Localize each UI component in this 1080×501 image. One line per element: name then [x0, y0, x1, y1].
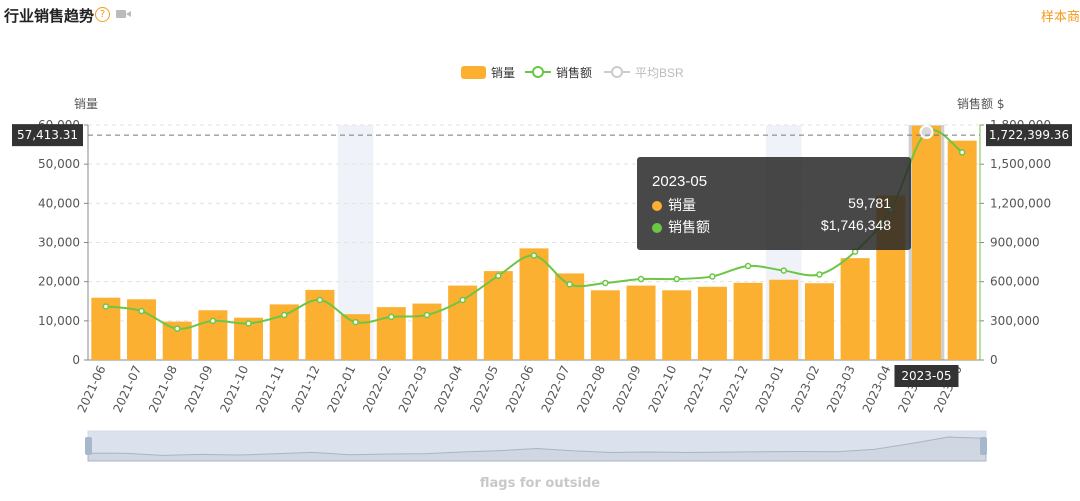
x-tick-label-2021-12: 2021-12: [289, 363, 323, 414]
sales-point-2022-01: [352, 318, 359, 326]
sales-point-2022-09: [637, 275, 645, 283]
x-tick-label-2023-04: 2023-04: [860, 363, 894, 414]
y-axis-left-title: 销量: [74, 97, 98, 111]
x-tick-label-2022-06: 2022-06: [503, 363, 537, 414]
y-right-tick-label: 0: [990, 353, 998, 367]
axis-pointer-left-label: 57,413.31: [17, 128, 78, 142]
x-tick-label-2021-10: 2021-10: [217, 363, 251, 414]
x-tick-label-2023-01: 2023-01: [753, 363, 787, 414]
y-left-tick-label: 10,000: [38, 314, 80, 328]
legend-label-volume: 销量: [491, 66, 515, 80]
x-tick-label-2022-11: 2022-11: [681, 363, 715, 414]
legend-swatch-volume: [461, 66, 486, 79]
x-tick-label-2022-10: 2022-10: [646, 363, 680, 414]
sales-point-2022-07: [566, 281, 573, 288]
sales-point-2022-03: [423, 311, 431, 319]
x-tick-label-2022-08: 2022-08: [574, 363, 608, 414]
x-tick-label-2022-07: 2022-07: [539, 363, 573, 414]
x-tick-label-2022-09: 2022-09: [610, 363, 644, 414]
bar-2023-06: [947, 140, 977, 360]
sales-point-2022-05: [495, 272, 502, 280]
sales-point-2021-07: [138, 307, 145, 315]
tooltip-row-volume: 销量 59,781: [652, 195, 891, 213]
y-left-tick-label: 30,000: [38, 236, 80, 250]
sales-point-hover: [919, 125, 934, 140]
tooltip-title: 2023-05: [652, 173, 708, 190]
x-tick-label-2022-04: 2022-04: [431, 363, 465, 414]
x-pointer-label: 2023-05: [901, 369, 951, 383]
y-right-tick-label: 600,000: [990, 275, 1040, 289]
bar-2022-12: [733, 282, 763, 360]
bar-2022-05: [483, 271, 513, 360]
sales-point-2022-02: [388, 313, 395, 321]
x-tick-label-2022-01: 2022-01: [324, 363, 358, 414]
sales-point-2022-08: [602, 279, 609, 287]
tooltip-volume-value: 59,781: [848, 195, 891, 211]
datazoom-handle-right: [980, 437, 987, 455]
x-tick-label-2023-02: 2023-02: [788, 363, 822, 414]
footer-text: flags for outside: [479, 476, 601, 491]
y-left-tick-label: 40,000: [38, 196, 80, 210]
bar-2022-08: [590, 290, 620, 360]
sales-point-2021-06: [102, 303, 110, 310]
sales-point-2021-12: [316, 296, 324, 304]
x-tick-label-2022-12: 2022-12: [717, 363, 751, 414]
sales-dot-icon: [652, 223, 662, 233]
sales-point-2021-09: [209, 317, 217, 325]
axis-pointer-right-label: 1,722,399.36: [989, 128, 1069, 142]
sales-point-2023-01: [780, 267, 788, 274]
x-tick-label-2023-03: 2023-03: [824, 363, 858, 414]
sales-point-2021-11: [280, 311, 288, 319]
bar-2022-11: [697, 286, 727, 360]
x-tick-label-2021-08: 2021-08: [146, 363, 180, 414]
x-tick-label-2021-09: 2021-09: [182, 363, 216, 414]
sales-point-2022-10: [673, 275, 680, 283]
legend-label-sales: 销售额: [556, 65, 592, 80]
x-tick-label-2021-11: 2021-11: [253, 363, 287, 414]
bar-2023-02: [804, 283, 834, 360]
bar-2022-09: [626, 285, 656, 360]
x-tick-label-2022-03: 2022-03: [396, 363, 430, 414]
y-right-tick-label: 300,000: [990, 314, 1040, 328]
tooltip-sales-value: $1,746,348: [820, 217, 891, 233]
sales-point-2021-10: [245, 320, 252, 327]
y-left-tick-label: 50,000: [38, 157, 80, 171]
x-tick-label-2021-06: 2021-06: [75, 363, 109, 414]
sales-point-2022-04: [459, 296, 466, 304]
datazoom-handle-left: [85, 437, 92, 455]
x-tick-label-2022-02: 2022-02: [360, 363, 394, 414]
sales-point-2023-02: [816, 271, 823, 278]
tooltip-row-sales: 销售额 $1,746,348: [652, 217, 891, 235]
bar-2023-03: [840, 258, 870, 360]
y-left-tick-label: 0: [72, 353, 80, 367]
y-right-tick-label: 1,500,000: [990, 157, 1051, 171]
y-axis-right-title: 销售额 $: [957, 96, 1004, 111]
y-right-tick-label: 900,000: [990, 236, 1040, 250]
legend-marker-bsr: [611, 66, 623, 78]
sales-point-2022-12: [744, 262, 752, 270]
x-tick-label-2022-05: 2022-05: [467, 363, 501, 414]
bar-2023-01: [769, 279, 799, 360]
hover-tooltip: 2023-05 销量 59,781 销售额 $1,746,348: [637, 157, 911, 250]
y-right-tick-label: 1,200,000: [990, 196, 1051, 210]
sales-point-2022-06: [530, 252, 538, 259]
sales-point-2021-08: [173, 325, 181, 332]
sales-trend-chart: 销量 销售额 平均BSR销量 销售额 $010,00020,00030,00040,0…: [12, 65, 1072, 462]
legend-label-bsr: 平均BSR: [635, 66, 684, 80]
bar-2022-06: [519, 248, 549, 360]
bar-2022-10: [662, 290, 692, 360]
sales-point-2023-06: [958, 149, 966, 156]
volume-dot-icon: [652, 201, 662, 211]
legend-marker-sales: [532, 66, 544, 78]
x-tick-label-2021-07: 2021-07: [110, 363, 144, 414]
y-left-tick-label: 20,000: [38, 275, 80, 289]
bar-2023-05: [911, 125, 941, 360]
sales-point-2022-11: [709, 273, 716, 280]
